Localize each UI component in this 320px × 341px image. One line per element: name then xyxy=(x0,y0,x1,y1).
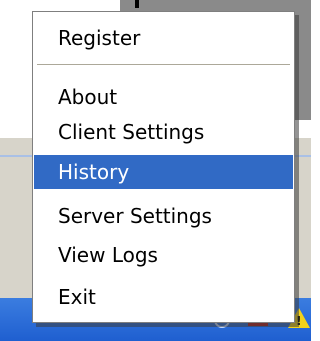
menu-item-label: Register xyxy=(58,26,141,50)
menu-item-label: About xyxy=(58,85,118,109)
menu-item-register[interactable]: Register xyxy=(34,21,293,55)
menu-item-label: History xyxy=(58,160,130,184)
warning-mark: ! xyxy=(296,314,302,328)
menu-item-about[interactable]: About xyxy=(34,80,293,114)
menu-item-client-settings[interactable]: Client Settings xyxy=(34,115,293,149)
context-menu: Register About Client Settings History S… xyxy=(32,11,295,323)
menu-item-server-settings[interactable]: Server Settings xyxy=(34,199,293,233)
window-edge xyxy=(135,0,139,8)
menu-item-view-logs[interactable]: View Logs xyxy=(34,238,293,272)
menu-item-exit[interactable]: Exit xyxy=(34,280,293,314)
menu-item-label: Server Settings xyxy=(58,204,212,228)
menu-separator xyxy=(37,64,290,66)
menu-item-label: Exit xyxy=(58,285,96,309)
menu-item-label: Client Settings xyxy=(58,120,205,144)
menu-item-history[interactable]: History xyxy=(34,155,293,189)
menu-item-label: View Logs xyxy=(58,243,158,267)
